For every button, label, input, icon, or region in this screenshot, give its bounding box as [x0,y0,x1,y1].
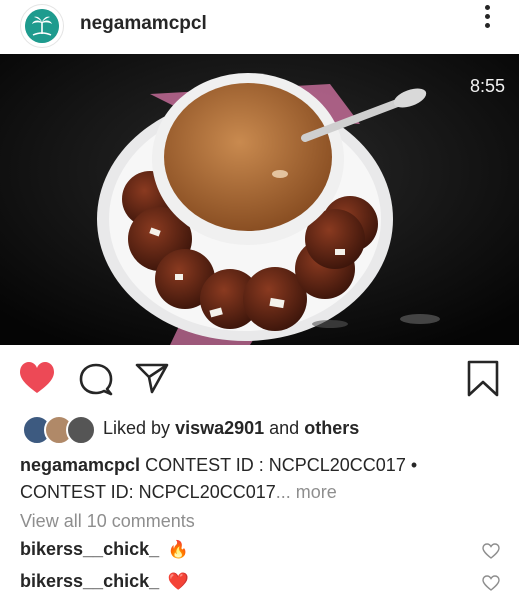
post-caption: negamamcpcl CONTEST ID : NCPCL20CC017 • … [20,452,500,506]
liked-by-prefix: Liked by [103,418,171,438]
heart-outline-icon[interactable] [482,575,500,591]
liked-by-others[interactable]: others [304,418,359,438]
bookmark-icon[interactable] [466,360,500,398]
liked-by-user[interactable]: viswa2901 [175,418,264,438]
caption-more-link[interactable]: ... more [276,482,337,502]
post-username[interactable]: negamamcpcl [80,13,207,35]
caption-line2: CONTEST ID: NCPCL20CC017 [20,482,276,502]
comment-row: bikerss__chick_ ❤️ [20,571,500,597]
comment-icon[interactable] [78,362,114,396]
palm-tree-logo-icon [25,9,59,43]
heart-filled-icon[interactable] [18,361,56,395]
post-video[interactable]: 8:55 [0,54,519,345]
heart-outline-icon[interactable] [482,543,500,559]
liked-by-text[interactable]: Liked by viswa2901 and others [103,418,359,439]
comment-username[interactable]: bikerss__chick_ [20,539,159,559]
caption-line1: CONTEST ID : NCPCL20CC017 • [145,455,418,475]
caption-username[interactable]: negamamcpcl [20,455,140,475]
liked-by-avatars[interactable] [22,415,96,445]
heart-emoji: ❤️ [167,572,189,591]
comment-username[interactable]: bikerss__chick_ [20,571,159,591]
view-all-comments-link[interactable]: View all 10 comments [20,511,195,532]
food-photo [0,54,519,345]
share-icon[interactable] [134,360,170,396]
comment-row: bikerss__chick_ 🔥 [20,539,500,565]
fire-emoji: 🔥 [167,540,189,559]
profile-avatar[interactable] [20,4,64,48]
video-timer: 8:55 [469,76,505,96]
avatar [66,415,96,445]
more-vertical-icon[interactable] [481,5,493,31]
liked-by-and: and [269,418,300,438]
post-header: negamamcpcl [0,0,519,52]
